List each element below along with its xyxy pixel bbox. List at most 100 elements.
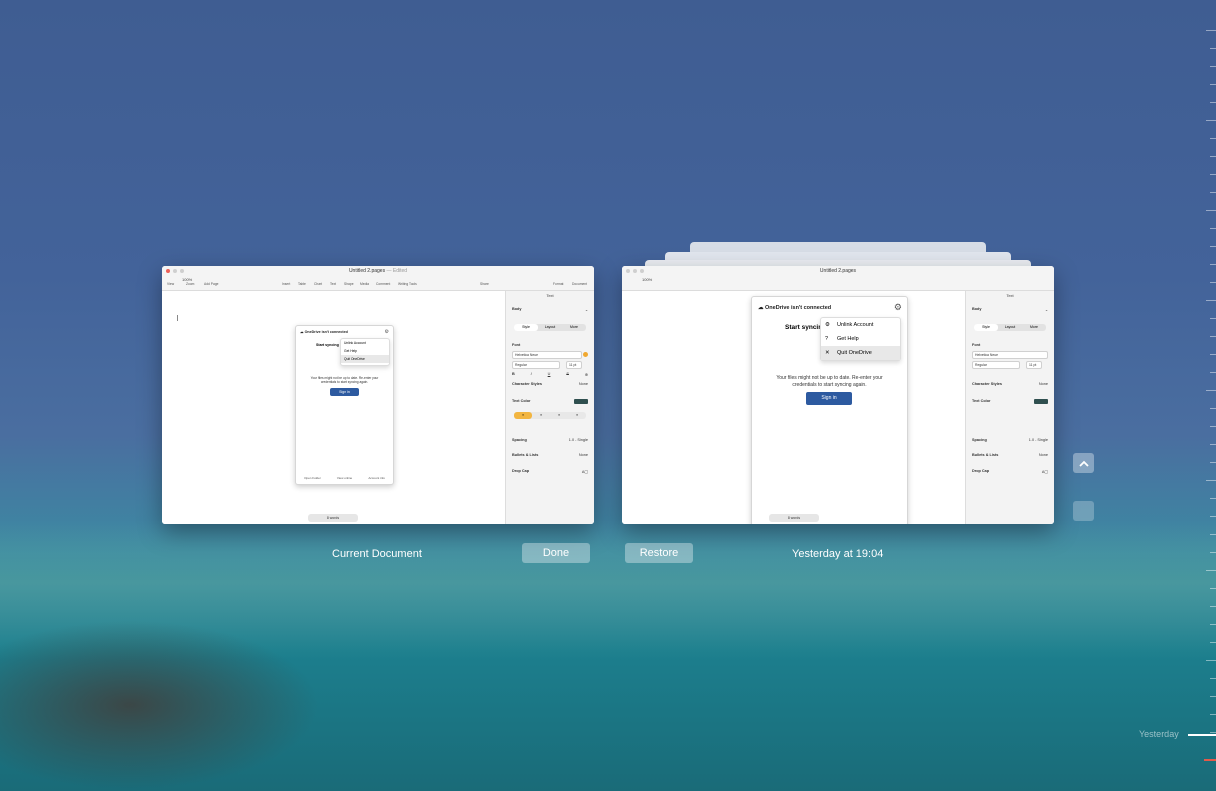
onedrive-popup[interactable]: ☁ OneDrive isn't connected ⚙ Start synci… [295,325,394,485]
settings-gear-icon[interactable]: ⚙ [894,302,902,313]
timeline-tick [1210,372,1216,373]
drop-cap: Drop Cap A▢ [972,469,1048,474]
window-toolbar: Untitled 2.pages — Edited 100% View Zoom… [162,266,594,291]
character-styles[interactable]: Character Styles None [512,380,588,388]
sign-in-button[interactable]: Sign in [806,392,852,405]
tool-chart[interactable]: Chart [314,282,322,286]
chevron-up-icon [1078,460,1089,467]
tab-style[interactable]: Style [514,324,538,331]
text-cursor [177,315,178,321]
timeline-tick [1206,480,1216,481]
word-count-pill[interactable]: 8 words [308,514,358,522]
onedrive-popup[interactable]: ☁ OneDrive isn't connected ⚙ Start synci… [751,296,908,524]
font-size: 11 pt [1026,361,1042,369]
footer-open-folder[interactable]: Open Folder [304,476,321,480]
tool-format[interactable]: Format [553,282,563,286]
footer-account-info[interactable]: Account info [368,476,385,480]
menu-get-help[interactable]: Get Help [341,347,389,355]
font-name: Helvetica Neue [972,351,1048,359]
menu-quit-onedrive[interactable]: Quit OneDrive [341,355,389,363]
menu-unlink-account[interactable]: Unlink Account [341,339,389,347]
timeline-now-marker [1204,759,1216,761]
timeline-tick [1206,570,1216,571]
text-color[interactable]: Text Color [512,397,588,405]
text-color: Text Color [972,397,1048,405]
drop-cap[interactable]: Drop Cap A▢ [512,467,588,475]
menu-get-help[interactable]: ? Get Help [821,332,900,346]
tab-layout[interactable]: Layout [538,324,562,331]
character-styles: Character Styles None [972,382,1048,386]
version-timeline[interactable] [1186,0,1216,791]
tab-more[interactable]: More [562,324,586,331]
sign-in-button[interactable]: Sign in [330,388,359,396]
timeline-tick [1210,462,1216,463]
text-color-swatch[interactable] [574,398,588,404]
popup-footer: Open Folder View online Account info [296,476,393,480]
spacing[interactable]: Spacing 1.0 - Single [512,436,588,444]
word-count-pill: 8 words [769,514,819,522]
document-canvas[interactable]: ☁ OneDrive isn't connected ⚙ Start synci… [162,291,505,524]
onedrive-menu[interactable]: ⚙ Unlink Account ? Get Help ✕ Quit OneDrive [820,317,901,361]
format-buttons[interactable]: B I U S ⊕ [512,370,588,378]
timeline-tick [1206,390,1216,391]
onedrive-menu[interactable]: Unlink Account Get Help Quit OneDrive [340,338,390,366]
done-button[interactable]: Done [522,543,590,563]
font-weight: Regular [972,361,1020,369]
timeline-tick [1210,192,1216,193]
tool-table[interactable]: Table [298,282,306,286]
tool-shape[interactable]: Shape [344,282,354,286]
tool-writing-tools[interactable]: Writing Tools [398,282,417,286]
newer-version-button[interactable] [1073,453,1094,473]
paragraph-style[interactable]: Body ⌄ [512,305,588,313]
format-inspector[interactable]: Text Body ⌄ Style Layout More Font Helvet… [505,291,594,524]
timeline-tick [1210,678,1216,679]
message-line-2: credentials to start syncing again. [792,382,867,388]
bullets-lists: Bullets & Lists None [972,453,1048,457]
timeline-tick [1210,426,1216,427]
timeline-tick [1210,174,1216,175]
menu-unlink-account[interactable]: ⚙ Unlink Account [821,318,900,332]
window-title: Untitled 2.pages — Edited [348,268,408,274]
inspector-tabs[interactable]: Style Layout More [514,324,586,331]
font-size[interactable]: 11 pt [566,361,582,369]
alignment-buttons[interactable]: ≡ ≡ ≡ ≡ [514,412,586,419]
footer-view-online[interactable]: View online [337,476,352,480]
tool-document[interactable]: Document [572,282,587,286]
bullets-lists[interactable]: Bullets & Lists None [512,451,588,459]
tool-insert[interactable]: Insert [282,282,290,286]
older-version-button[interactable] [1073,501,1094,521]
timeline-yesterday-label[interactable]: Yesterday [1139,729,1179,739]
timeline-tick [1210,228,1216,229]
toolbar-labels: View Zoom Add Page Insert Table Chart Te… [162,282,594,288]
timeline-tick [1206,210,1216,211]
timeline-tick [1210,264,1216,265]
timeline-tick [1210,696,1216,697]
tool-view[interactable]: View [167,282,174,286]
timeline-tick [1210,516,1216,517]
tool-share[interactable]: Share [480,282,489,286]
tool-media[interactable]: Media [360,282,369,286]
tab-more: More [1030,325,1038,329]
timeline-tick [1210,354,1216,355]
tool-comment[interactable]: Comment [376,282,390,286]
menu-quit-onedrive[interactable]: ✕ Quit OneDrive [821,346,900,360]
font-weight[interactable]: Regular [512,361,560,369]
tab-style: Style [974,324,998,331]
timeline-tick [1210,282,1216,283]
timeline-tick [1210,66,1216,67]
tool-add-page[interactable]: Add Page [204,282,218,286]
timeline-tick [1210,408,1216,409]
timeline-tick [1210,138,1216,139]
font-warning-icon [583,352,588,357]
font-name[interactable]: Helvetica Neue [512,351,582,359]
settings-gear-icon[interactable]: ⚙ [385,329,389,335]
version-window[interactable]: Untitled 2.pages 100% ☁ OneDrive isn't c… [622,266,1054,524]
inspector-tabs: Style Layout More [974,324,1046,331]
timeline-tick [1210,534,1216,535]
tool-text[interactable]: Text [330,282,336,286]
current-document-window[interactable]: Untitled 2.pages — Edited 100% View Zoom… [162,266,594,524]
timeline-tick [1206,120,1216,121]
window-toolbar: Untitled 2.pages 100% [622,266,1054,291]
tool-zoom[interactable]: Zoom [186,282,194,286]
restore-button[interactable]: Restore [625,543,693,563]
